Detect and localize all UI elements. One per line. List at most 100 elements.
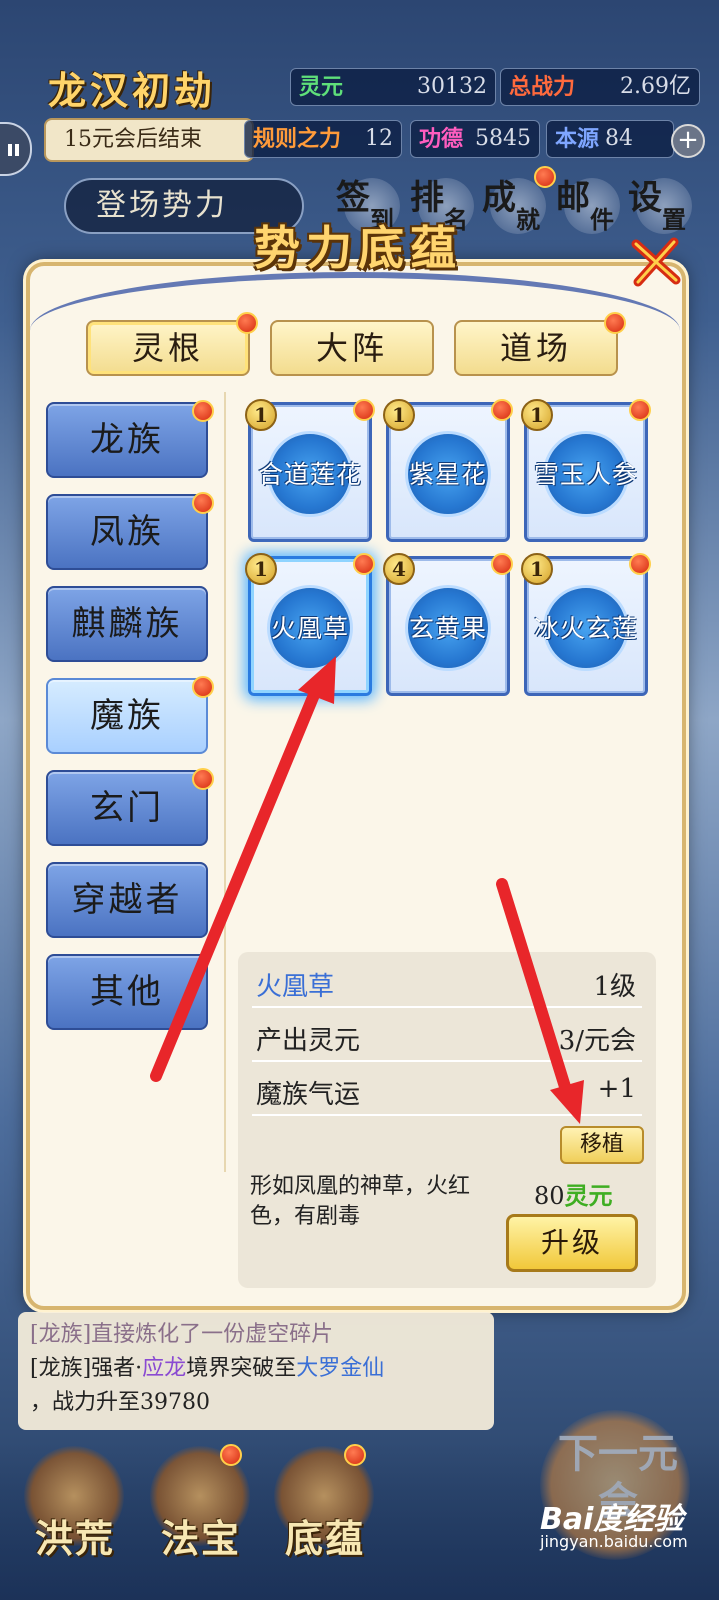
settings-button[interactable]: 设 置: [628, 170, 692, 236]
transplant-button[interactable]: 移植: [560, 1126, 644, 1164]
herb-card[interactable]: 合道莲花 1: [245, 399, 375, 542]
log-realm: 大罗金仙: [296, 1356, 385, 1381]
left-tab-dragon[interactable]: 龙族: [46, 402, 208, 478]
left-tab-other[interactable]: 其他: [46, 954, 208, 1030]
notification-dot: [192, 492, 214, 514]
mail-button[interactable]: 邮 件: [556, 170, 620, 236]
herb-name: 合道莲花: [257, 460, 362, 489]
herb-level-badge: 1: [521, 399, 553, 431]
notification-dot: [236, 312, 258, 334]
notification-dot: [353, 399, 375, 421]
stat-value: 5845: [475, 126, 531, 151]
upgrade-button[interactable]: 升级: [506, 1214, 638, 1272]
stat-label: 灵元: [299, 74, 344, 100]
herb-card[interactable]: 雪玉人参 1: [521, 399, 651, 542]
herb-card-selected[interactable]: 火凰草 1: [245, 553, 375, 696]
herb-card[interactable]: 冰火玄莲 1: [521, 553, 651, 696]
stat-total-power: 总战力 2.69亿: [500, 68, 700, 106]
nav-label: 洪荒: [34, 1516, 115, 1561]
left-tab-phoenix[interactable]: 凤族: [46, 494, 208, 570]
log-text: 境界突破至: [186, 1356, 297, 1381]
left-tab-traveler[interactable]: 穿越者: [46, 862, 208, 938]
herb-card[interactable]: 玄黄果 4: [383, 553, 513, 696]
detail-row-fortune: 魔族气运 +1: [252, 1066, 642, 1116]
stat-rule-power: 规则之力 12: [244, 120, 402, 158]
menu-small-char: 就: [516, 205, 540, 234]
baidu-watermark: Bai度经验 jingyan.baidu.com: [540, 1494, 710, 1554]
nav-treasure[interactable]: 法宝: [140, 1446, 260, 1596]
menu-small-char: 件: [590, 205, 614, 234]
detail-row-label: 产出灵元: [256, 1026, 361, 1056]
event-log: [龙族]直接炼化了一份虚空碎片 [龙族]强者·应龙境界突破至大罗金仙 ，战力升至…: [18, 1312, 494, 1430]
menu-big-char: 设: [628, 178, 662, 218]
detail-header-row: 火凰草 1级: [252, 958, 642, 1008]
stat-label: 规则之力: [253, 126, 342, 152]
tab-formation[interactable]: 大阵: [270, 320, 434, 376]
detail-herb-name: 火凰草: [256, 972, 335, 1002]
detail-row-value: +1: [597, 1074, 636, 1104]
stat-label: 总战力: [509, 74, 576, 100]
herb-name: 紫星花: [408, 460, 487, 489]
close-icon[interactable]: [628, 234, 684, 290]
left-tab-xuanmen[interactable]: 玄门: [46, 770, 208, 846]
log-line: ，战力升至39780: [30, 1390, 210, 1415]
stage-title: 龙汉初劫: [48, 68, 217, 113]
notification-dot: [353, 553, 375, 575]
herb-name: 火凰草: [270, 614, 349, 643]
add-origin-plus-icon[interactable]: +: [671, 124, 705, 158]
stat-value: 12: [365, 126, 393, 151]
notification-dot: [604, 312, 626, 334]
herb-description: 形如凤凰的神草，火红色，有剧毒: [250, 1174, 471, 1229]
stat-value: 84: [605, 126, 633, 151]
log-hero-name: 应龙: [142, 1356, 187, 1381]
left-tab-qilin[interactable]: 麒麟族: [46, 586, 208, 662]
herb-level-badge: 1: [383, 399, 415, 431]
stat-label: 本源: [555, 126, 600, 152]
menu-big-char: 邮: [556, 178, 590, 218]
notification-dot: [491, 399, 513, 421]
notification-dot: [344, 1444, 366, 1466]
herb-level-badge: 1: [521, 553, 553, 585]
nav-label: 底蕴: [284, 1516, 365, 1561]
herb-level-badge: 1: [245, 553, 277, 585]
notification-dot: [491, 553, 513, 575]
herb-name: 玄黄果: [408, 614, 487, 643]
panel-divider: [224, 392, 226, 1172]
stat-origin: 本源 84: [546, 120, 674, 158]
upgrade-cost: 80灵元: [534, 1176, 644, 1211]
stat-value: 30132: [417, 74, 487, 99]
left-tab-demon[interactable]: 魔族: [46, 678, 208, 754]
cost-unit: 灵元: [564, 1181, 613, 1210]
notification-dot: [534, 166, 556, 188]
menu-small-char: 置: [662, 205, 686, 234]
log-line: [龙族]直接炼化了一份虚空碎片: [30, 1322, 334, 1347]
notification-dot: [629, 553, 651, 575]
herb-name: 冰火玄莲: [533, 614, 638, 643]
notification-dot: [220, 1444, 242, 1466]
detail-row-value: 3/元会: [558, 1026, 636, 1056]
detail-herb-level: 1级: [593, 972, 636, 1002]
herb-level-badge: 4: [383, 553, 415, 585]
herb-name: 雪玉人参: [533, 460, 638, 489]
nav-honghuang[interactable]: 洪荒: [14, 1446, 134, 1596]
notification-dot: [629, 399, 651, 421]
nav-label: 法宝: [160, 1516, 241, 1561]
notification-dot: [192, 768, 214, 790]
tab-dojo[interactable]: 道场: [454, 320, 618, 376]
nav-heritage[interactable]: 底蕴: [264, 1446, 384, 1596]
detail-row-output: 产出灵元 3/元会: [252, 1012, 642, 1062]
tab-spirit-root[interactable]: 灵根: [86, 320, 250, 376]
side-drawer-tab[interactable]: [0, 122, 32, 176]
stat-merit: 功德 5845: [410, 120, 540, 158]
stat-value: 2.69亿: [620, 74, 691, 99]
log-text: [龙族]强者·: [30, 1356, 143, 1381]
watermark-url: jingyan.baidu.com: [540, 1532, 688, 1551]
log-line: [龙族]强者·应龙境界突破至大罗金仙: [30, 1352, 482, 1386]
notification-dot: [192, 400, 214, 422]
stat-lingyuan: 灵元 30132: [290, 68, 496, 106]
modal-title: 势力底蕴: [254, 221, 462, 275]
herb-card[interactable]: 紫星花 1: [383, 399, 513, 542]
herb-level-badge: 1: [245, 399, 277, 431]
stage-timer: 15元会后结束: [44, 118, 254, 162]
cost-amount: 80: [534, 1182, 565, 1210]
